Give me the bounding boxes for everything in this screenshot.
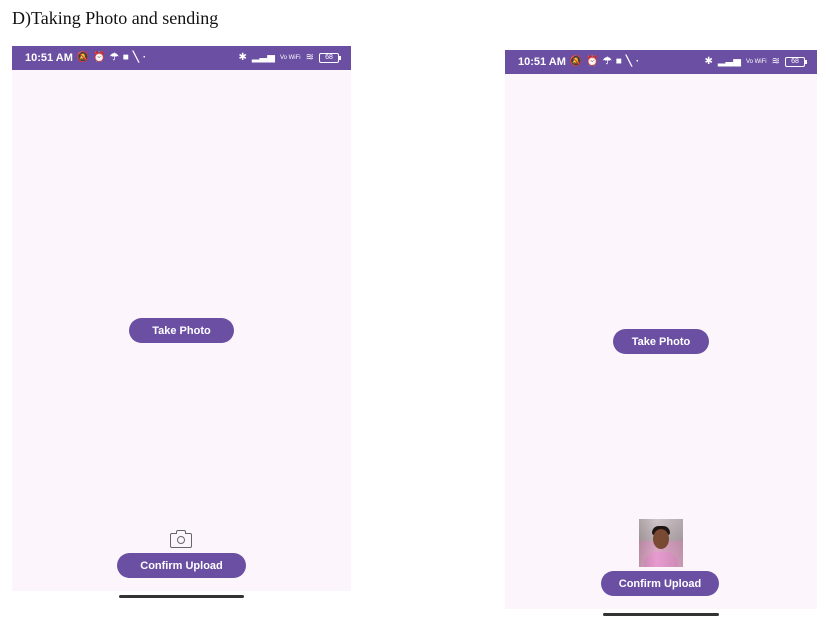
wifi-icon: ≋ [771,56,780,67]
status-bar: 10:51 AM 🔕 ⏰ ☂ ■ ╲ · ✱ ▂▃▅ Vo WiFi ≋ 68 [12,46,351,70]
battery-icon: 68 [785,57,807,67]
phone-screen-after: 10:51 AM 🔕 ⏰ ☂ ■ ╲ · ✱ ▂▃▅ Vo WiFi ≋ 68 … [505,50,817,609]
camera-icon [170,530,192,548]
home-indicator[interactable] [119,595,244,598]
status-time: 10:51 AM [518,56,566,68]
app-screen: Take Photo Confirm Upload [505,74,817,609]
confirm-upload-button[interactable]: Confirm Upload [601,571,719,596]
home-indicator[interactable] [603,613,719,616]
message-icon: ■ [122,52,129,63]
status-time: 10:51 AM [25,52,73,64]
figure-caption: D)Taking Photo and sending [12,8,219,28]
bluetooth-icon: ✱ [704,56,713,67]
status-bar: 10:51 AM 🔕 ⏰ ☂ ■ ╲ · ✱ ▂▃▅ Vo WiFi ≋ 68 [505,50,817,74]
captured-photo-thumbnail [639,519,683,567]
notification-icon: ☂ [109,52,119,63]
confirm-upload-button[interactable]: Confirm Upload [117,553,246,578]
signal-slash-icon: ╲ [625,56,632,67]
vowifi-label: Vo WiFi [279,55,301,61]
signal-slash-icon: ╲ [132,52,139,63]
take-photo-button[interactable]: Take Photo [129,318,234,343]
alarm-icon: ⏰ [93,52,106,63]
mute-icon: 🔕 [569,56,583,67]
phone-screen-before: 10:51 AM 🔕 ⏰ ☂ ■ ╲ · ✱ ▂▃▅ Vo WiFi ≋ 68 … [12,46,351,591]
signal-icon: ▂▃▅ [717,56,741,67]
vowifi-label: Vo WiFi [745,59,767,65]
signal-icon: ▂▃▅ [251,52,275,63]
alarm-icon: ⏰ [586,56,599,67]
message-icon: ■ [615,56,622,67]
mute-icon: 🔕 [76,52,90,63]
notification-icon: ☂ [602,56,612,67]
bluetooth-icon: ✱ [238,52,247,63]
dot-icon: · [142,52,147,63]
app-screen: Take Photo Confirm Upload [12,70,351,591]
dot-icon: · [635,56,640,67]
wifi-icon: ≋ [305,52,314,63]
take-photo-button[interactable]: Take Photo [613,329,709,354]
battery-icon: 68 [319,53,341,63]
